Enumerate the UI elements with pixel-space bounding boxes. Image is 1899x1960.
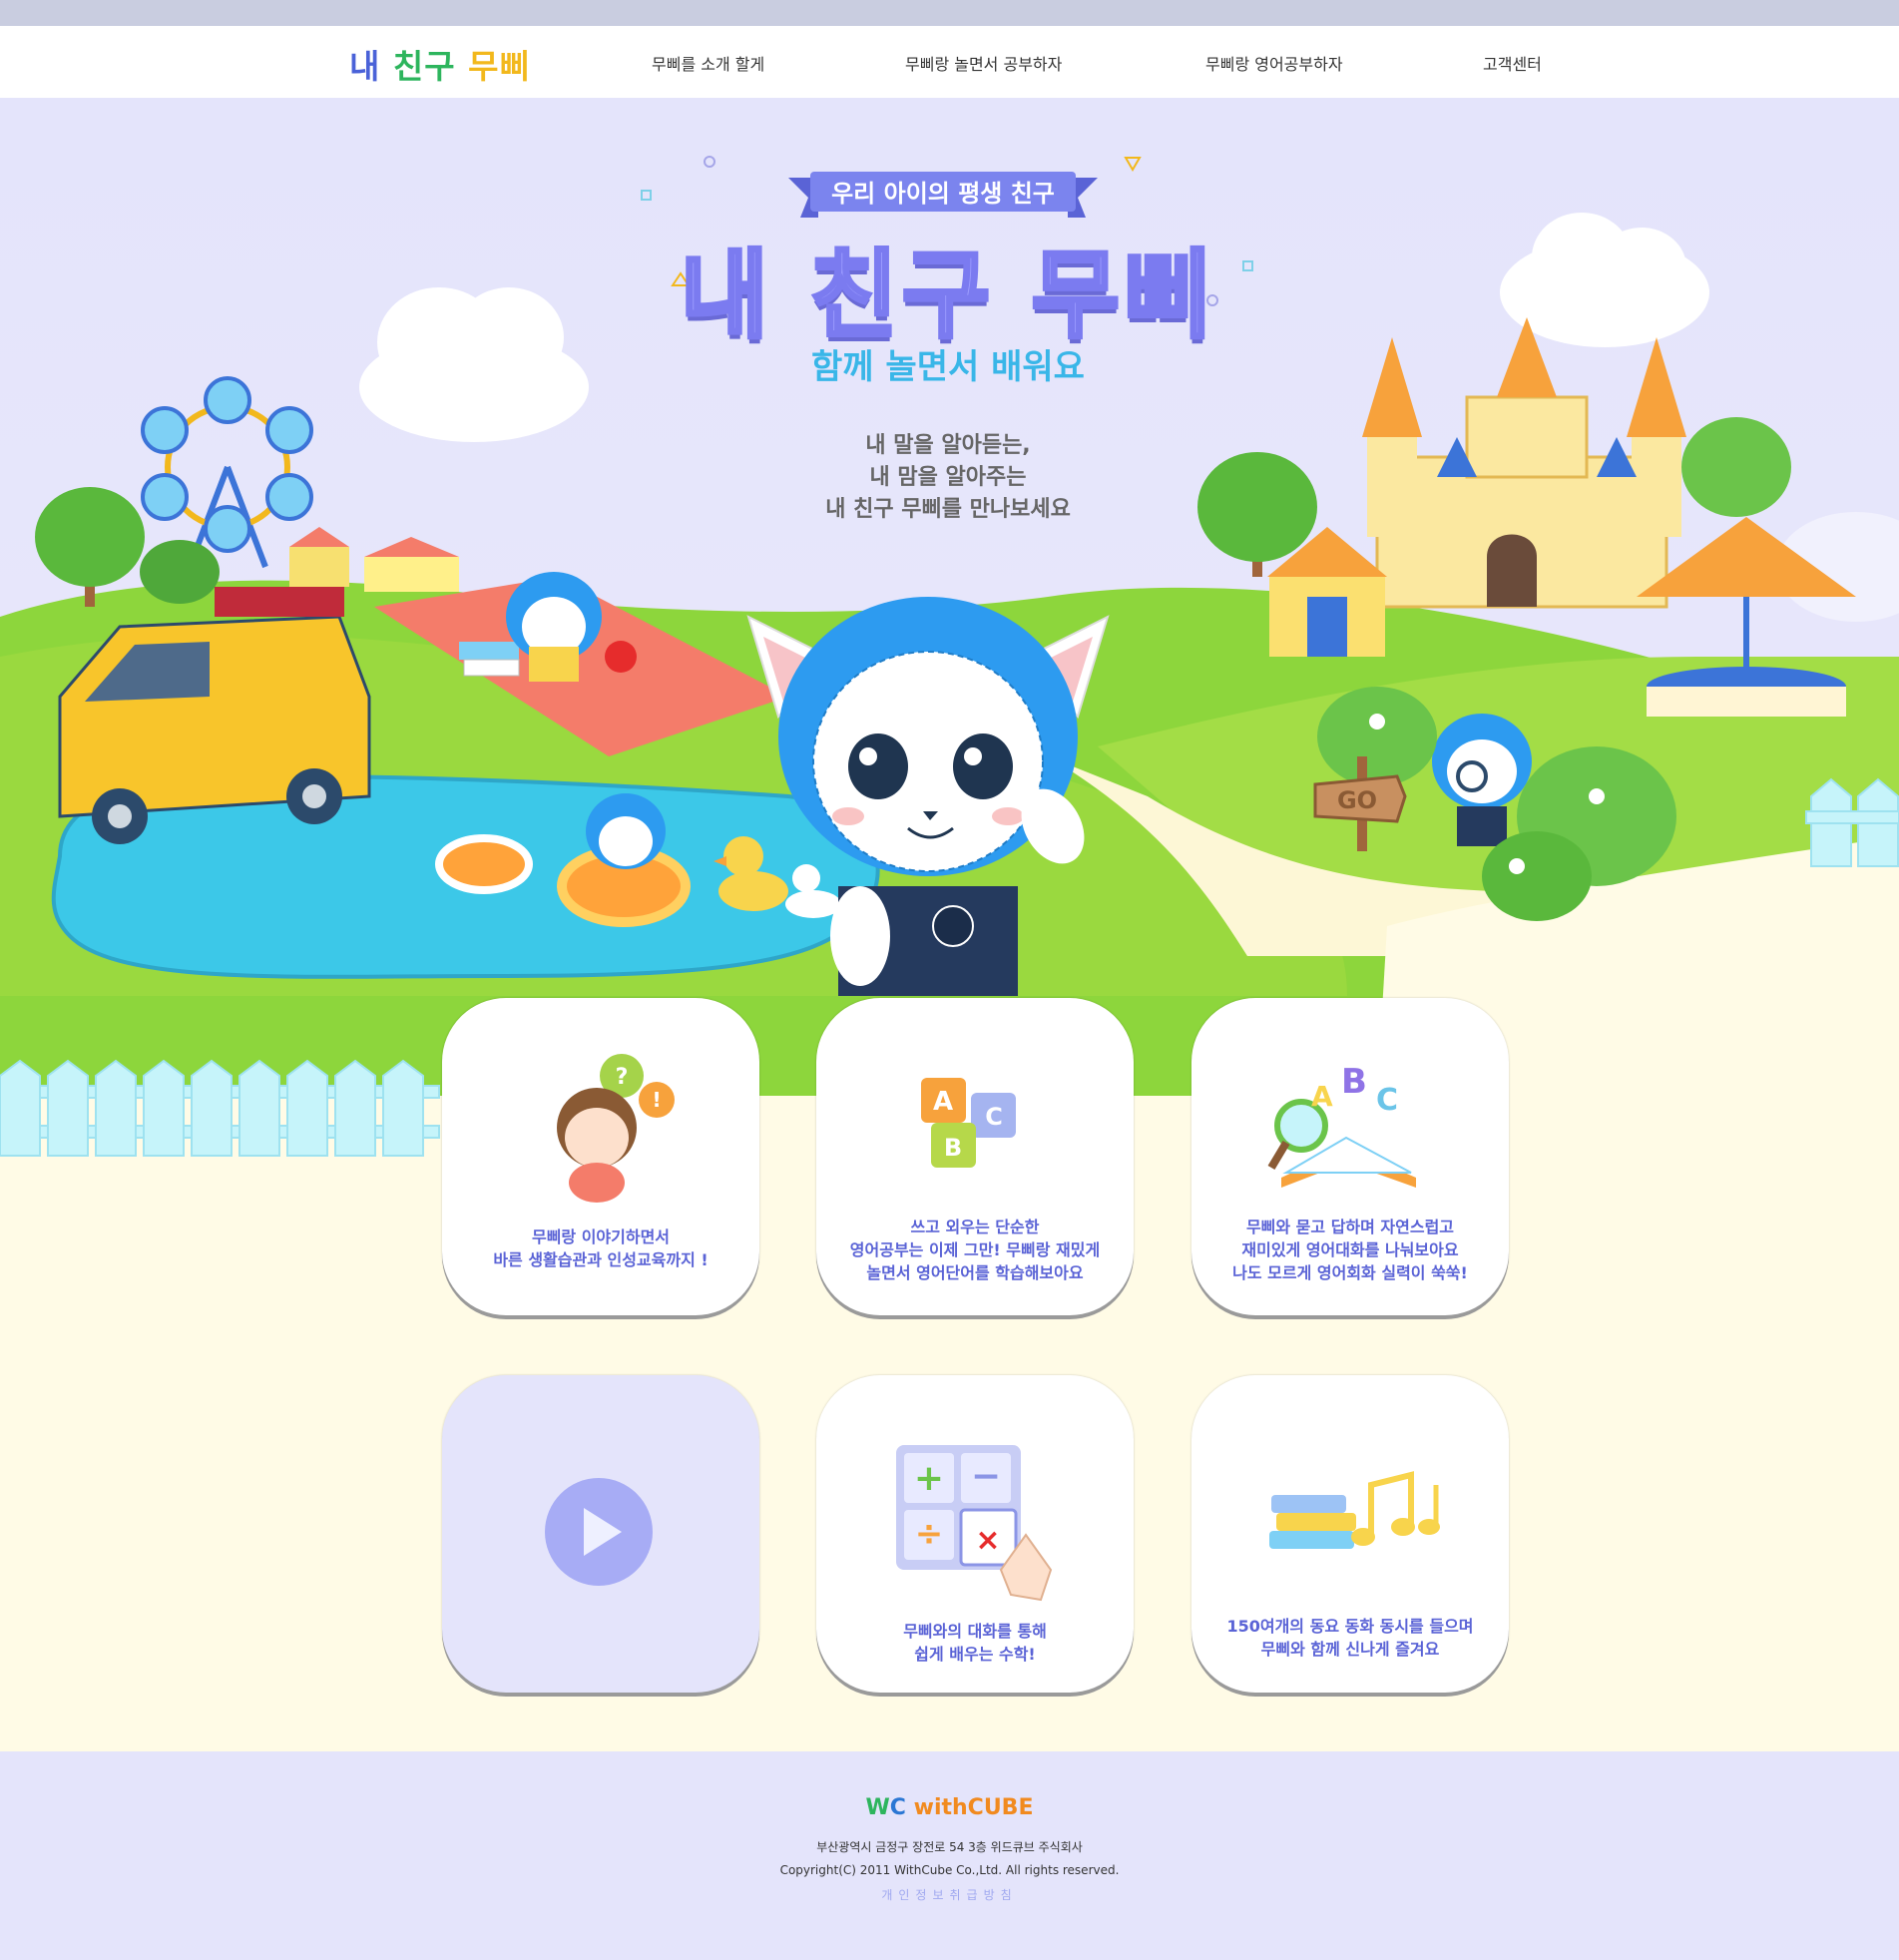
- svg-text:B: B: [1341, 1062, 1367, 1102]
- feature-card-math-text: 무삐와의 대화를 통해 쉽게 배우는 수학!: [903, 1622, 1047, 1664]
- hero-section: GO 우리 아이의 평생 친구 내 친구 무삐 함께 놀면서 배워요 내 말을 …: [0, 98, 1899, 1751]
- mubbi-small-swimming: [586, 793, 666, 869]
- cloud-left: [359, 287, 589, 442]
- go-sign-text: GO: [1337, 786, 1377, 814]
- feature-card-words[interactable]: A B C 쓰고 외우는 단순한 영어공부는 이제 그만! 무삐랑 재밌게 놀면…: [816, 998, 1134, 1315]
- swim-ring-icon: [435, 834, 533, 894]
- logo-part-2: 친구: [392, 47, 456, 86]
- feature-card-video[interactable]: [442, 1375, 759, 1693]
- feature-card-words-text: 쓰고 외우는 단순한 영어공부는 이제 그만! 무삐랑 재밌게 놀면서 영어단어…: [849, 1218, 1101, 1282]
- footer-logo-text: withCUBE: [913, 1795, 1034, 1820]
- feature-card-songs[interactable]: 150여개의 동요 동화 동시를 들으며 무삐와 함께 신나게 즐겨요: [1191, 1375, 1509, 1693]
- footer-logo-mark-w: W: [865, 1795, 890, 1820]
- bush-icon: [1317, 687, 1437, 786]
- svg-text:A: A: [933, 1087, 953, 1117]
- sparkle-square: [641, 190, 652, 201]
- hero-tagline: 내 말을 알아듣는, 내 맘을 알아주는 내 친구 무삐를 만나보세요: [825, 433, 1071, 522]
- footer-logo[interactable]: WC withCUBE: [0, 1795, 1899, 1820]
- fence-left: [0, 1059, 440, 1157]
- hero-ribbon-text: 우리 아이의 평생 친구: [831, 180, 1055, 208]
- feature-card-math[interactable]: + − ÷ × 무삐와의 대화를 통해 쉽게 배우는 수학!: [816, 1375, 1134, 1693]
- svg-text:A: A: [1311, 1080, 1333, 1113]
- cloud-right: [1500, 213, 1709, 347]
- ferris-wheel-icon: [141, 376, 313, 569]
- tree-left: [35, 487, 220, 607]
- hero-title: 내 친구 무삐: [679, 238, 1216, 353]
- apple-icon: [605, 641, 637, 673]
- nav-item-english[interactable]: 무삐랑 영어공부하자: [1205, 51, 1343, 75]
- site-logo[interactable]: 내 친구 무삐: [349, 40, 531, 88]
- feature-card-conversation-text: 무삐와 묻고 답하며 자연스럽고 재미있게 영어대화를 나눠보아요 나도 모르게…: [1232, 1218, 1468, 1282]
- feature-card-character-text: 무삐랑 이야기하면서 바른 생활습관과 인성교육까지 !: [493, 1227, 709, 1269]
- nav-item-play-study[interactable]: 무삐랑 놀면서 공부하자: [905, 51, 1062, 75]
- sparkle-triangle: [1124, 157, 1142, 172]
- top-strip: [0, 0, 1899, 26]
- hero-subtitle: 함께 놀면서 배워요: [811, 347, 1085, 387]
- svg-text:÷: ÷: [915, 1514, 944, 1554]
- nav-item-support[interactable]: 고객센터: [1483, 51, 1542, 75]
- footer-logo-mark-c: C: [889, 1795, 906, 1820]
- footer-copyright: Copyright(C) 2011 WithCube Co.,Ltd. All …: [779, 1863, 1120, 1877]
- svg-text:!: !: [652, 1088, 661, 1112]
- sparkle-circle: [704, 156, 715, 168]
- footer: WC withCUBE 부산광역시 금정구 장전로 54 3층 위드큐브 주식회…: [0, 1751, 1899, 1960]
- svg-text:−: −: [971, 1456, 1001, 1497]
- svg-text:?: ?: [616, 1065, 629, 1090]
- nav-item-intro[interactable]: 무삐를 소개 할게: [652, 51, 764, 75]
- feature-card-songs-text: 150여개의 동요 동화 동시를 들으며 무삐와 함께 신나게 즐겨요: [1226, 1617, 1474, 1659]
- castle-icon: [1362, 317, 1686, 609]
- svg-text:C: C: [1376, 1083, 1398, 1118]
- header: 내 친구 무삐 무삐를 소개 할게 무삐랑 놀면서 공부하자 무삐랑 영어공부하…: [0, 26, 1899, 98]
- logo-part-1: 내: [349, 47, 381, 86]
- feature-card-character[interactable]: ? ! 무삐랑 이야기하면서 바른 생활습관과 인성교육까지 !: [442, 998, 759, 1315]
- feature-card-conversation[interactable]: A B C 무삐와 묻고 답하며 자연스럽고 재미있게 영어대화를 나눠보아요 …: [1191, 998, 1509, 1315]
- svg-text:C: C: [985, 1103, 1003, 1131]
- svg-text:+: +: [914, 1458, 944, 1499]
- tent-left: [289, 547, 349, 587]
- logo-part-3: 무삐: [468, 47, 531, 86]
- play-icon[interactable]: [442, 1375, 759, 1693]
- svg-text:B: B: [944, 1134, 962, 1162]
- footer-privacy-link[interactable]: 개인정보취급방침: [0, 1886, 1899, 1903]
- svg-text:×: ×: [975, 1523, 1000, 1558]
- footer-address: 부산광역시 금정구 장전로 54 3층 위드큐브 주식회사: [816, 1840, 1083, 1854]
- books-icon: [459, 642, 519, 660]
